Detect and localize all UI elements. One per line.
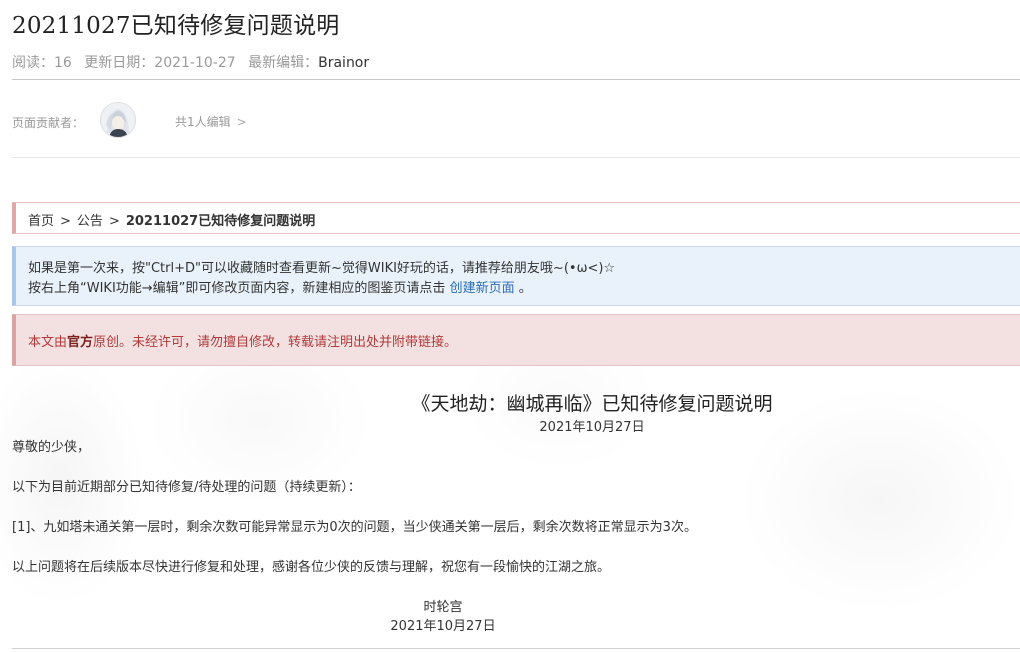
article-greeting: 尊敬的少侠， xyxy=(12,440,91,455)
updated-label: 更新日期： xyxy=(84,55,155,71)
article-closing: 以上问题将在后续版本尽快进行修复和处理，感谢各位少侠的反馈与理解，祝您有一段愉快… xyxy=(12,560,611,575)
reads-label: 阅读： xyxy=(12,55,54,71)
copyright-source: 官方 xyxy=(67,335,94,350)
article-heading: 《天地劫：幽城再临》已知待修复问题说明 xyxy=(411,393,773,415)
divider xyxy=(12,648,1020,649)
chevron-right-icon: > xyxy=(236,115,247,129)
create-page-link[interactable]: 创建新页面 xyxy=(450,281,515,296)
contributors-count: 共1人编辑 xyxy=(175,115,231,129)
breadcrumb-current: 20211027已知待修复问题说明 xyxy=(125,214,316,229)
info-notice: 如果是第一次来，按"Ctrl+D"可以收藏随时查看更新~觉得WIKI好玩的话，请… xyxy=(12,246,1020,306)
reads-count: 16 xyxy=(54,55,72,71)
breadcrumb-category[interactable]: 公告 xyxy=(77,214,103,229)
copyright-notice: 本文由官方原创。未经许可，请勿擅自修改，转载请注明出处并附带链接。 xyxy=(12,314,1020,366)
info-notice-line2-end: 。 xyxy=(518,281,532,296)
copyright-prefix: 本文由 xyxy=(28,335,68,350)
editor-name[interactable]: Brainor xyxy=(318,55,369,71)
article-intro: 以下为目前近期部分已知待修复/待处理的问题（持续更新）： xyxy=(12,480,361,495)
updated-date: 2021-10-27 xyxy=(154,55,236,71)
divider xyxy=(12,79,1020,80)
info-notice-line2-text: 按右上角“WIKI功能→编辑”即可修改页面内容，新建相应的图鉴页请点击 xyxy=(28,281,446,296)
divider xyxy=(12,157,1020,158)
contributors-label: 页面贡献者： xyxy=(12,116,85,130)
breadcrumb-home[interactable]: 首页 xyxy=(28,214,54,229)
editor-label: 最新编辑： xyxy=(248,55,319,71)
copyright-text: 原创。未经许可，请勿擅自修改，转载请注明出处并附带链接。 xyxy=(93,335,458,350)
article-sign-date: 2021年10月27日 xyxy=(390,619,496,634)
breadcrumb-separator: > xyxy=(60,214,71,229)
article-item-1: [1]、九如塔未通关第一层时，剩余次数可能异常显示为0次的问题，当少侠通关第一层… xyxy=(12,520,697,535)
contributors-count-link[interactable]: 共1人编辑 > xyxy=(175,113,247,130)
page-title: 20211027已知待修复问题说明 xyxy=(12,13,340,39)
contributor-avatar[interactable] xyxy=(100,102,136,138)
page-meta: 阅读：16 更新日期：2021-10-27 最新编辑：Brainor xyxy=(12,52,369,72)
article-signature: 时轮宫 xyxy=(423,600,463,615)
info-notice-line1: 如果是第一次来，按"Ctrl+D"可以收藏随时查看更新~觉得WIKI好玩的话，请… xyxy=(28,261,616,276)
avatar-image-icon xyxy=(101,103,135,137)
breadcrumb-separator: > xyxy=(108,214,120,229)
article-date: 2021年10月27日 xyxy=(539,420,645,435)
info-notice-line2: 按右上角“WIKI功能→编辑”即可修改页面内容，新建相应的图鉴页请点击 创建新页… xyxy=(28,279,1020,299)
breadcrumb: 首页 > 公告 >20211027已知待修复问题说明 xyxy=(12,202,1020,234)
